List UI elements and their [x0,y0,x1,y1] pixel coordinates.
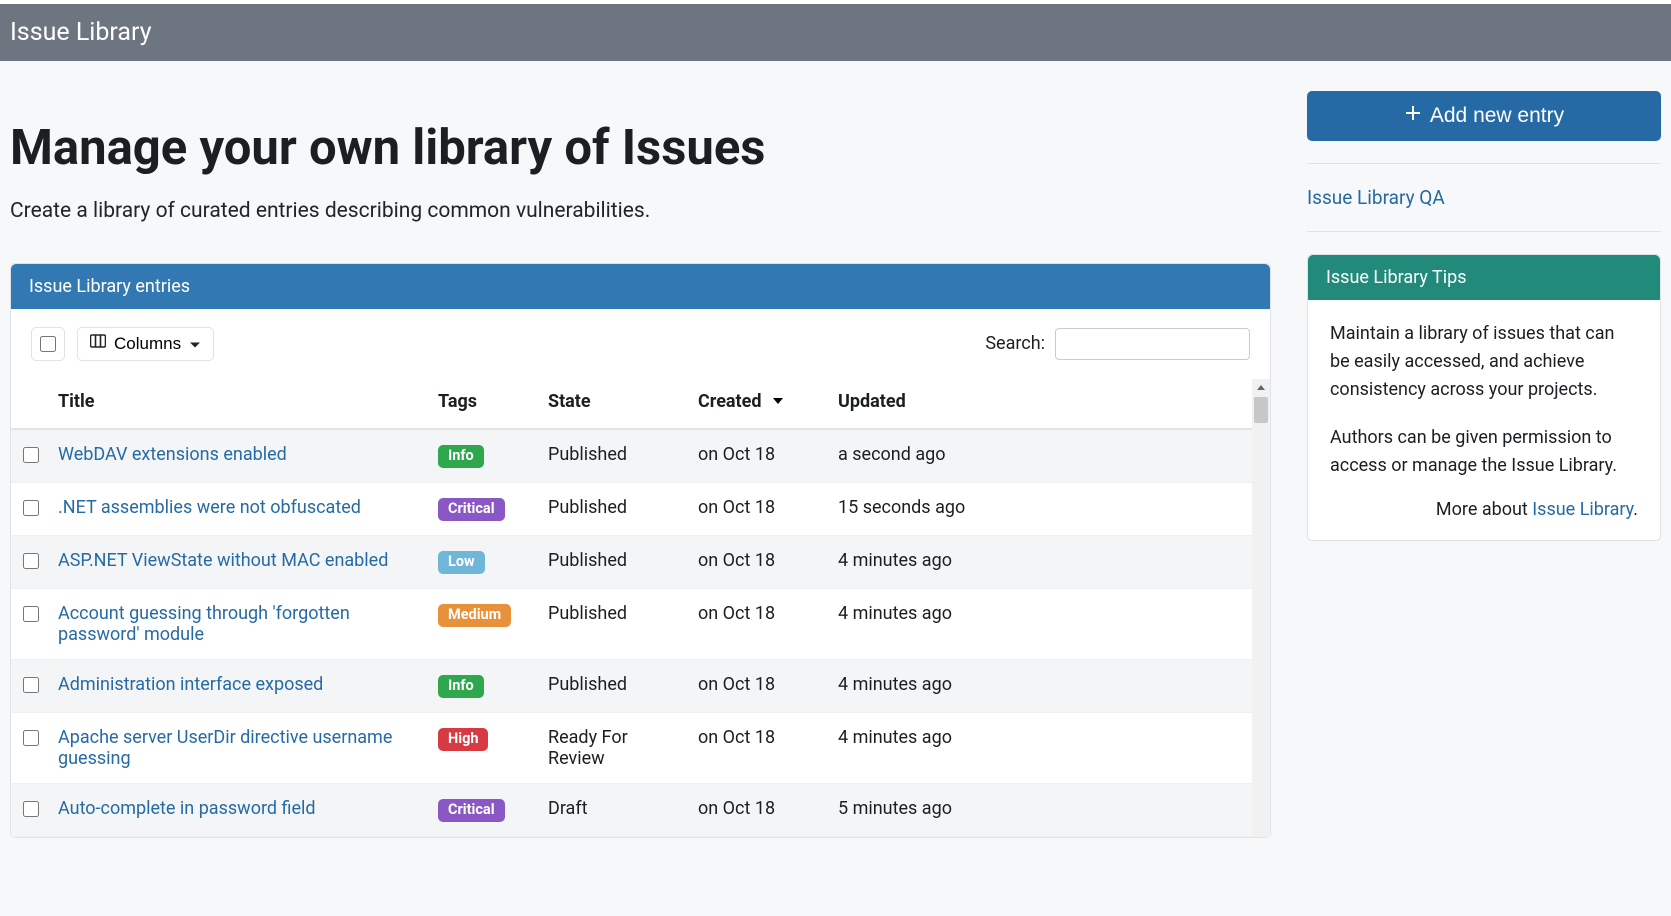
qa-link[interactable]: Issue Library QA [1307,186,1445,209]
severity-tag: Info [438,445,484,468]
updated-cell: 15 seconds ago [830,482,1252,535]
table-scrollbar[interactable] [1252,379,1270,837]
severity-tag: Medium [438,604,511,627]
tips-paragraph: Maintain a library of issues that can be… [1330,320,1638,404]
issue-library-link[interactable]: Issue Library [1532,499,1633,520]
columns-button[interactable]: Columns [77,327,214,361]
severity-tag: Low [438,551,485,574]
table-row: Auto-complete in password field Critical D… [11,783,1252,836]
created-cell: on Oct 18 [690,712,830,783]
chevron-down-icon [189,334,201,354]
row-checkbox[interactable] [23,677,39,693]
entry-link[interactable]: .NET assemblies were not obfuscated [58,497,361,518]
entries-panel: Issue Library entries Columns [10,263,1271,838]
search-label: Search: [985,333,1045,354]
col-updated[interactable]: Updated [830,379,1252,429]
table-row: Account guessing through 'forgotten pass… [11,588,1252,659]
updated-cell: 4 minutes ago [830,659,1252,712]
row-checkbox[interactable] [23,606,39,622]
app-title: Issue Library [10,18,1661,47]
entries-table: Title Tags State Created Updated [11,379,1252,837]
search-input[interactable] [1055,328,1250,360]
state-cell: Ready For Review [540,712,690,783]
sidebar-separator [1307,231,1661,232]
created-cell: on Oct 18 [690,535,830,588]
page-lead: Create a library of curated entries desc… [10,199,1271,223]
columns-icon [90,333,106,354]
created-cell: on Oct 18 [690,588,830,659]
row-checkbox[interactable] [23,447,39,463]
updated-cell: 4 minutes ago [830,535,1252,588]
severity-tag: Critical [438,498,505,521]
add-entry-button[interactable]: Add new entry [1307,91,1661,141]
sidebar-separator [1307,163,1661,164]
tips-paragraph: Authors can be given permission to acces… [1330,424,1638,480]
created-cell: on Oct 18 [690,783,830,836]
table-row: .NET assemblies were not obfuscated Criti… [11,482,1252,535]
row-checkbox[interactable] [23,553,39,569]
add-entry-label: Add new entry [1430,104,1564,128]
tips-panel-header: Issue Library Tips [1308,255,1660,300]
state-cell: Published [540,429,690,483]
row-checkbox[interactable] [23,801,39,817]
created-cell: on Oct 18 [690,482,830,535]
state-cell: Published [540,482,690,535]
tips-panel: Issue Library Tips Maintain a library of… [1307,254,1661,541]
columns-label: Columns [114,334,181,354]
state-cell: Published [540,535,690,588]
updated-cell: 5 minutes ago [830,783,1252,836]
table-row: WebDAV extensions enabled Info Publishedon… [11,429,1252,483]
updated-cell: 4 minutes ago [830,588,1252,659]
entries-panel-header: Issue Library entries [11,264,1270,309]
table-row: Administration interface exposed Info Publ… [11,659,1252,712]
sort-desc-icon [772,391,784,412]
col-tags[interactable]: Tags [430,379,540,429]
scroll-thumb[interactable] [1254,397,1268,423]
entry-link[interactable]: Auto-complete in password field [58,798,316,819]
col-created[interactable]: Created [690,379,830,429]
table-row: ASP.NET ViewState without MAC enabled Low… [11,535,1252,588]
state-cell: Published [540,588,690,659]
row-checkbox[interactable] [23,730,39,746]
severity-tag: Info [438,675,484,698]
created-cell: on Oct 18 [690,659,830,712]
plus-icon [1404,104,1422,128]
table-row: Apache server UserDir directive username… [11,712,1252,783]
updated-cell: a second ago [830,429,1252,483]
col-state[interactable]: State [540,379,690,429]
state-cell: Published [540,659,690,712]
entry-link[interactable]: ASP.NET ViewState without MAC enabled [58,550,388,571]
entry-link[interactable]: Account guessing through 'forgotten pass… [58,603,350,645]
created-cell: on Oct 18 [690,429,830,483]
entry-link[interactable]: Administration interface exposed [58,674,323,695]
row-checkbox[interactable] [23,500,39,516]
entry-link[interactable]: Apache server UserDir directive username… [58,727,392,769]
app-header: Issue Library [0,4,1671,61]
state-cell: Draft [540,783,690,836]
severity-tag: High [438,728,488,751]
col-title[interactable]: Title [50,379,430,429]
select-all-wrapper[interactable] [31,327,65,361]
page-title: Manage your own library of Issues [10,119,1271,177]
updated-cell: 4 minutes ago [830,712,1252,783]
tips-more: More about Issue Library. [1330,499,1638,520]
entry-link[interactable]: WebDAV extensions enabled [58,444,287,465]
scroll-up-icon[interactable] [1252,379,1270,397]
severity-tag: Critical [438,799,505,822]
select-all-checkbox[interactable] [40,336,56,352]
